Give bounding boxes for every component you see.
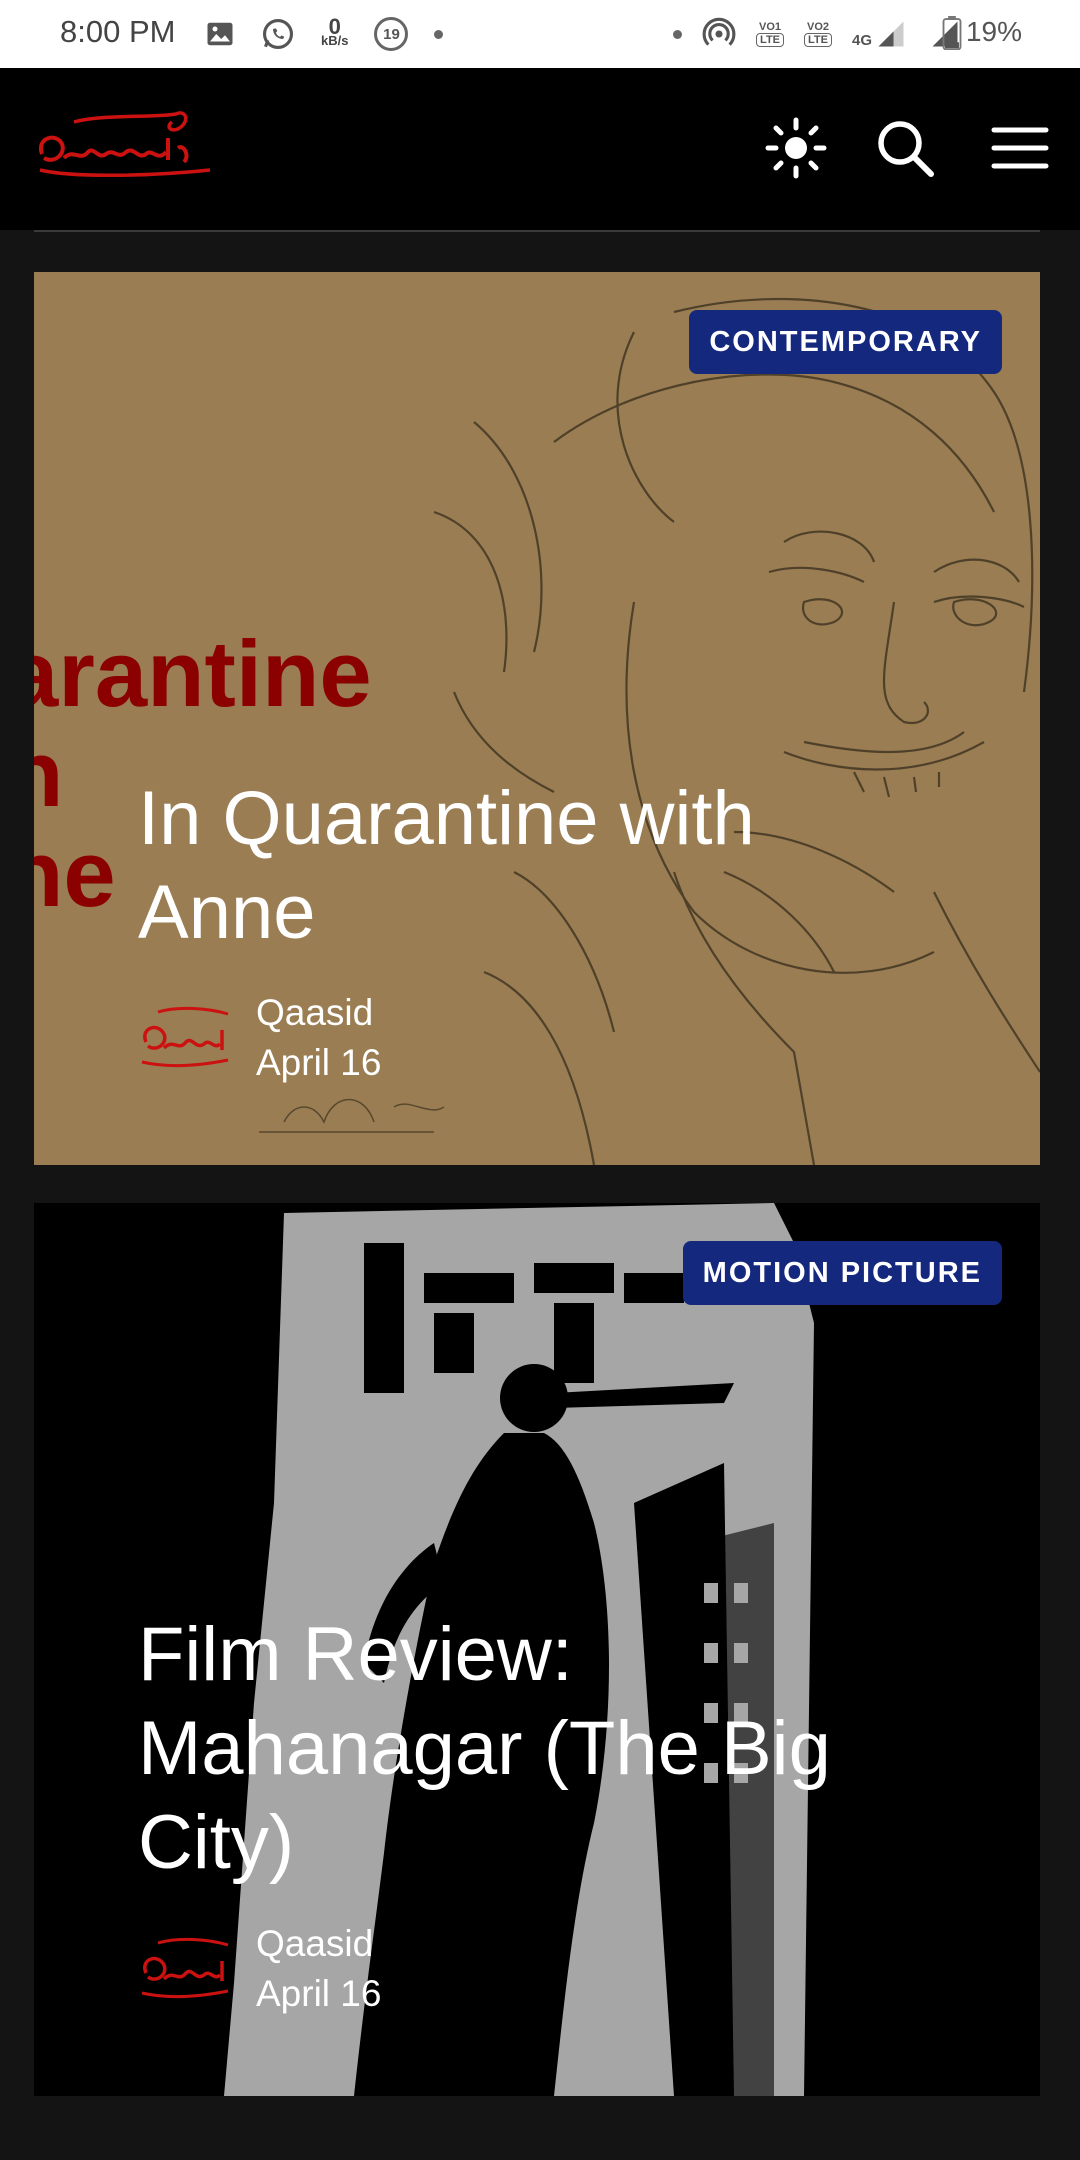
status-right-icons: VO1 LTE VO2 LTE 4G bbox=[673, 12, 962, 56]
signal-4g: 4G bbox=[852, 19, 908, 49]
hotspot-icon bbox=[702, 17, 736, 46]
post-card[interactable]: MOTION PICTURE Film Review: Mahanagar (T… bbox=[34, 1203, 1040, 2096]
post-date: April 16 bbox=[256, 1973, 382, 2014]
author-avatar[interactable] bbox=[138, 1933, 230, 2009]
status-bar: 8:00 PM 0 kB/s 19 VO1 LTE VO2 LTE 4G 19% bbox=[0, 0, 1080, 68]
category-badge[interactable]: MOTION PICTURE bbox=[682, 1241, 1002, 1305]
site-header bbox=[0, 68, 1080, 232]
net-speed: 0 kB/s bbox=[321, 14, 349, 48]
theme-toggle-icon[interactable] bbox=[764, 116, 828, 180]
signal-icon bbox=[878, 21, 904, 47]
sim1-volte: VO1 LTE bbox=[756, 21, 785, 47]
status-dot bbox=[673, 29, 683, 39]
search-icon[interactable] bbox=[873, 116, 937, 180]
illustration-text-line: arantine bbox=[34, 621, 372, 726]
post-date: April 16 bbox=[256, 1042, 382, 1083]
menu-icon[interactable] bbox=[988, 116, 1052, 180]
status-left-icons: 0 kB/s 19 bbox=[205, 12, 444, 56]
status-time: 8:00 PM bbox=[60, 14, 176, 49]
whatsapp-icon bbox=[262, 18, 294, 50]
notification-count-badge: 19 bbox=[374, 17, 409, 51]
site-logo[interactable] bbox=[34, 108, 214, 188]
post-card[interactable]: arantine h ne CONTEMPORARY In Quarantine… bbox=[34, 272, 1040, 1165]
header-divider bbox=[34, 230, 1040, 232]
sim2-volte: VO2 LTE bbox=[804, 21, 832, 47]
author-avatar[interactable] bbox=[138, 1002, 230, 1078]
gallery-icon bbox=[207, 22, 233, 46]
battery-percent: 19% bbox=[965, 16, 1022, 47]
post-author[interactable]: Qaasid bbox=[256, 992, 373, 1034]
category-badge[interactable]: CONTEMPORARY bbox=[689, 310, 1002, 374]
post-author[interactable]: Qaasid bbox=[256, 1923, 373, 1965]
notification-dot bbox=[434, 29, 444, 39]
post-title[interactable]: In Quarantine with Anne bbox=[138, 772, 918, 960]
post-title[interactable]: Film Review: Mahanagar (The Big City) bbox=[138, 1608, 918, 1890]
battery-icon bbox=[942, 16, 962, 50]
